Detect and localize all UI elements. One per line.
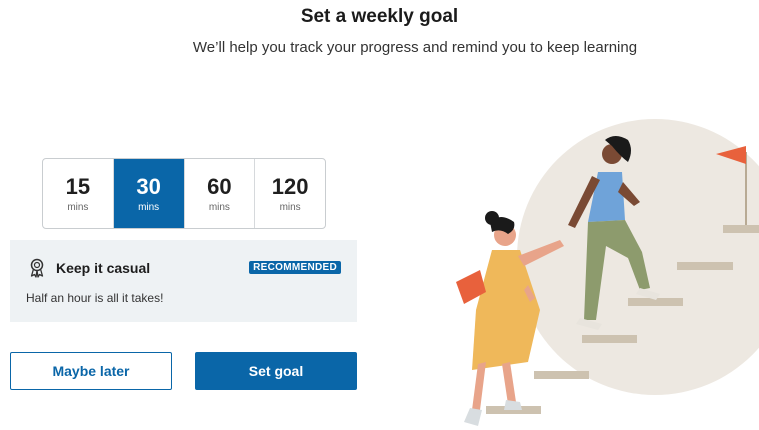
goal-info-panel: Keep it casual RECOMMENDED Half an hour …	[10, 240, 357, 322]
maybe-later-button[interactable]: Maybe later	[10, 352, 172, 390]
weekly-goal-dialog: Set a weekly goal We’ll help you track y…	[0, 0, 759, 430]
goal-option-30[interactable]: 30 mins	[113, 159, 185, 228]
goal-info-header: Keep it casual	[28, 258, 150, 278]
stair-climbing-illustration	[456, 119, 759, 426]
award-ribbon-icon	[30, 258, 44, 278]
goal-duration-selector: 15 mins 30 mins 60 mins 120 mins	[42, 158, 326, 229]
goal-option-60[interactable]: 60 mins	[185, 159, 256, 228]
goal-option-value: 30	[136, 173, 161, 199]
set-goal-button[interactable]: Set goal	[195, 352, 357, 390]
recommended-badge: RECOMMENDED	[249, 261, 341, 274]
goal-option-unit: mins	[138, 201, 160, 213]
goal-option-value: 15	[65, 173, 91, 199]
goal-option-unit: mins	[279, 201, 301, 213]
goal-option-unit: mins	[208, 201, 230, 213]
page-title: Set a weekly goal	[300, 6, 459, 27]
goal-option-120[interactable]: 120 mins	[255, 159, 325, 228]
goal-info-heading: Keep it casual	[56, 260, 151, 276]
goal-option-15[interactable]: 15 mins	[43, 159, 114, 228]
goal-option-unit: mins	[67, 201, 89, 213]
goal-option-value: 120	[271, 173, 309, 199]
goal-info-description: Half an hour is all it takes!	[26, 291, 164, 305]
goal-option-value: 60	[207, 173, 232, 199]
page-subtitle: We’ll help you track your progress and r…	[192, 39, 638, 56]
